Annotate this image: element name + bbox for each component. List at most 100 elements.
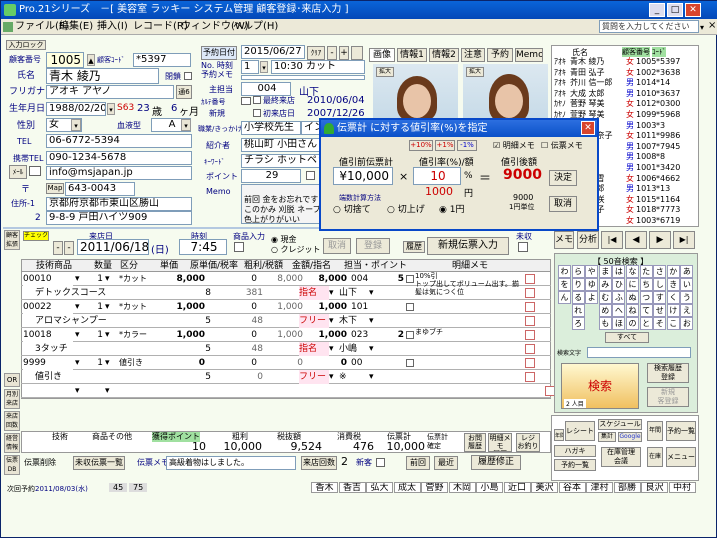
menu-insert[interactable]: 挿入(I): [97, 19, 128, 35]
prev-record-button[interactable]: ◀: [625, 231, 647, 249]
kana-key[interactable]: め: [598, 304, 612, 317]
row-qty[interactable]: 1: [87, 272, 103, 286]
history-fix-button[interactable]: 履歴修正: [471, 455, 521, 470]
row-nomination[interactable]: フリー: [299, 314, 329, 328]
row-cost[interactable]: 0: [209, 272, 257, 286]
side-monthly[interactable]: 月別 来店: [4, 389, 20, 409]
tab-info1[interactable]: 情報1: [397, 48, 427, 62]
kana-key[interactable]: わ: [558, 265, 571, 278]
new-slip-button[interactable]: 新規伝票入力: [427, 237, 509, 255]
bottom-name-cell[interactable]: 弘大: [366, 482, 393, 493]
intro-field[interactable]: インター: [301, 121, 321, 135]
new-customer-register-button[interactable]: 新規 客登録: [647, 387, 689, 407]
analysis-button[interactable]: 分析: [577, 231, 599, 249]
row-code-dropdown-icon[interactable]: ▾: [75, 300, 85, 314]
visit-register-button[interactable]: 登録: [356, 238, 390, 254]
prev-visit-button[interactable]: 前回: [406, 456, 430, 470]
bottom-name-cell[interactable]: 木岡沢子: [448, 482, 476, 493]
calendar-side-button[interactable]: 年間: [554, 429, 564, 441]
tab-notice[interactable]: 注意: [461, 48, 485, 62]
maximize-button[interactable]: □: [667, 3, 683, 17]
search-history-button[interactable]: 検索履歴 登録: [647, 363, 689, 383]
checkout-button[interactable]: チェックアウト: [23, 231, 49, 241]
row-staff-dropdown-icon[interactable]: ▾: [369, 286, 377, 300]
row-staff-dropdown-icon[interactable]: ▾: [369, 314, 377, 328]
kana-key[interactable]: や: [585, 265, 599, 278]
photo2-zoom-button[interactable]: 拡大: [466, 67, 484, 77]
reservation-no-spin[interactable]: ▾: [260, 61, 268, 73]
bottom-name-cell[interactable]: 美沢: [531, 482, 558, 493]
menu-list-button[interactable]: メニュー: [666, 447, 696, 467]
row-check[interactable]: [406, 359, 414, 367]
dialog-close-icon[interactable]: ✕: [581, 121, 595, 135]
reservation-list-button[interactable]: 予約一覧: [666, 421, 696, 441]
dialog-ok-button[interactable]: 決定: [549, 170, 577, 186]
postcode-button[interactable]: 〒: [21, 183, 30, 197]
birth-field[interactable]: 1988/02/20: [46, 102, 106, 116]
photo1-zoom-button[interactable]: 拡大: [376, 67, 394, 77]
tab-reservation[interactable]: 予約: [487, 48, 513, 62]
side-customer-ext[interactable]: 顧客 拡張: [4, 230, 20, 250]
memo-button[interactable]: メモ: [554, 231, 574, 249]
row-code-dropdown-icon[interactable]: ▾: [75, 272, 85, 286]
round-up-radio[interactable]: ○ 切上げ: [387, 202, 425, 215]
row-staff[interactable]: 004: [351, 272, 375, 286]
row-qty-dropdown-icon[interactable]: ▾: [105, 328, 115, 342]
schedule-button[interactable]: スケジュール: [598, 419, 642, 430]
kana-key[interactable]: ぬ: [626, 291, 639, 304]
kana-key[interactable]: つ: [639, 291, 653, 304]
uncollected-check[interactable]: [518, 242, 528, 252]
input-lock-checkbox[interactable]: 入力ロック: [6, 40, 46, 50]
kana-key[interactable]: た: [639, 265, 653, 278]
address1-field[interactable]: 京都府京都市東山区勝山: [46, 197, 192, 211]
kana-key[interactable]: む: [598, 291, 612, 304]
sex-dropdown-icon[interactable]: ▾: [71, 119, 81, 131]
row-delete-button[interactable]: [525, 330, 535, 340]
row-cost[interactable]: 0: [209, 356, 257, 370]
help-dropdown-icon[interactable]: ▾: [700, 23, 704, 32]
plus10-button[interactable]: +10%: [409, 140, 433, 151]
kana-key[interactable]: せ: [653, 304, 667, 317]
kana-key[interactable]: う: [680, 291, 694, 304]
tab-memo[interactable]: Memo: [515, 48, 543, 62]
side-management[interactable]: 経営 情報: [4, 433, 20, 453]
row-tax-rate[interactable]: 5: [171, 342, 211, 356]
row-nomination[interactable]: 指名: [299, 342, 329, 356]
row-code[interactable]: 10018: [23, 328, 73, 342]
customer-number-spin[interactable]: ▲: [87, 54, 95, 66]
kana-key[interactable]: け: [666, 304, 680, 317]
kana-key[interactable]: ら: [571, 265, 585, 278]
customer-list-item[interactable]: ｱｵｷ 大成 太郎 男 1010 *3637: [552, 89, 696, 99]
reservation-memo-field[interactable]: [241, 75, 365, 80]
visit-history-button[interactable]: 履歴: [403, 241, 425, 253]
slip-delete-button[interactable]: 伝票削除: [23, 457, 57, 471]
customer-code-field[interactable]: *5397: [133, 53, 191, 67]
kana-key[interactable]: ほ: [612, 317, 626, 330]
kana-key[interactable]: な: [626, 265, 639, 278]
tab-info2[interactable]: 情報2: [429, 48, 459, 62]
new-customer-check[interactable]: [376, 458, 385, 467]
row-staff[interactable]: 00: [351, 356, 375, 370]
kana-key[interactable]: れ: [571, 304, 585, 317]
customer-list-item[interactable]: ｶﾔﾉ 菅野 琴美 女 1012 *0300: [552, 99, 696, 109]
kana-key[interactable]: そ: [653, 317, 667, 330]
row-delete-button[interactable]: [525, 358, 535, 368]
row-qty[interactable]: 1: [87, 356, 103, 370]
first-record-button[interactable]: |◀: [601, 231, 623, 249]
kana-key[interactable]: み: [598, 278, 612, 291]
side-slip-db[interactable]: 伝票 DB: [4, 455, 20, 475]
next-record-button[interactable]: ▶: [649, 231, 671, 249]
row-cost[interactable]: 0: [209, 300, 257, 314]
year-button[interactable]: 年間: [647, 421, 663, 441]
address2-field[interactable]: 9-8-9 戸田ハイツ909: [46, 211, 192, 225]
inventory-button[interactable]: 在庫管理 会議: [601, 447, 641, 467]
last-visit-check[interactable]: [253, 96, 261, 104]
zip-field[interactable]: 643-0043: [65, 182, 135, 196]
bottom-name-cell[interactable]: 小島鳴子: [476, 482, 503, 493]
row-code-dropdown-icon[interactable]: ▾: [75, 328, 85, 342]
bottom-name-cell[interactable]: 良沢: [641, 482, 668, 493]
row-edit-button[interactable]: [525, 316, 535, 326]
before-total-field[interactable]: ¥10,000: [333, 167, 393, 185]
point-field[interactable]: 29: [241, 169, 301, 183]
bottom-name-cell[interactable]: 菅野琴美: [421, 482, 448, 493]
